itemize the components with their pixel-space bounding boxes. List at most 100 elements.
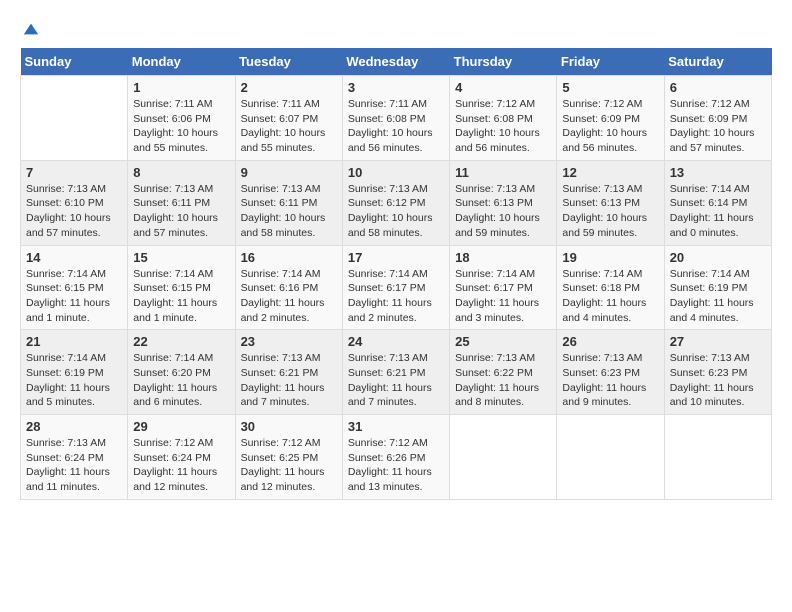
day-number: 2 [241,80,337,95]
day-info: Sunrise: 7:11 AMSunset: 6:07 PMDaylight:… [241,97,337,156]
day-number: 16 [241,250,337,265]
day-info: Sunrise: 7:13 AMSunset: 6:11 PMDaylight:… [133,182,229,241]
day-info: Sunrise: 7:13 AMSunset: 6:10 PMDaylight:… [26,182,122,241]
day-info: Sunrise: 7:13 AMSunset: 6:23 PMDaylight:… [670,351,766,410]
day-info: Sunrise: 7:14 AMSunset: 6:18 PMDaylight:… [562,267,658,326]
day-number: 3 [348,80,444,95]
day-number: 15 [133,250,229,265]
day-number: 28 [26,419,122,434]
calendar-cell: 8 Sunrise: 7:13 AMSunset: 6:11 PMDayligh… [128,160,235,245]
calendar-cell: 20 Sunrise: 7:14 AMSunset: 6:19 PMDaylig… [664,245,771,330]
day-number: 24 [348,334,444,349]
day-info: Sunrise: 7:14 AMSunset: 6:15 PMDaylight:… [26,267,122,326]
day-info: Sunrise: 7:13 AMSunset: 6:23 PMDaylight:… [562,351,658,410]
day-info: Sunrise: 7:14 AMSunset: 6:17 PMDaylight:… [455,267,551,326]
calendar-week-row: 14 Sunrise: 7:14 AMSunset: 6:15 PMDaylig… [21,245,772,330]
day-number: 31 [348,419,444,434]
calendar-cell: 14 Sunrise: 7:14 AMSunset: 6:15 PMDaylig… [21,245,128,330]
calendar-cell: 17 Sunrise: 7:14 AMSunset: 6:17 PMDaylig… [342,245,449,330]
day-number: 14 [26,250,122,265]
day-number: 13 [670,165,766,180]
day-info: Sunrise: 7:14 AMSunset: 6:15 PMDaylight:… [133,267,229,326]
day-number: 9 [241,165,337,180]
calendar-header-friday: Friday [557,48,664,76]
day-number: 5 [562,80,658,95]
calendar-header-tuesday: Tuesday [235,48,342,76]
calendar-cell: 3 Sunrise: 7:11 AMSunset: 6:08 PMDayligh… [342,76,449,161]
day-info: Sunrise: 7:13 AMSunset: 6:11 PMDaylight:… [241,182,337,241]
calendar-cell: 24 Sunrise: 7:13 AMSunset: 6:21 PMDaylig… [342,330,449,415]
day-number: 17 [348,250,444,265]
calendar-header-row: SundayMondayTuesdayWednesdayThursdayFrid… [21,48,772,76]
day-info: Sunrise: 7:11 AMSunset: 6:06 PMDaylight:… [133,97,229,156]
day-number: 20 [670,250,766,265]
calendar-cell: 2 Sunrise: 7:11 AMSunset: 6:07 PMDayligh… [235,76,342,161]
day-info: Sunrise: 7:12 AMSunset: 6:09 PMDaylight:… [562,97,658,156]
day-info: Sunrise: 7:13 AMSunset: 6:13 PMDaylight:… [562,182,658,241]
calendar-cell: 5 Sunrise: 7:12 AMSunset: 6:09 PMDayligh… [557,76,664,161]
day-number: 1 [133,80,229,95]
day-info: Sunrise: 7:12 AMSunset: 6:25 PMDaylight:… [241,436,337,495]
calendar-cell: 13 Sunrise: 7:14 AMSunset: 6:14 PMDaylig… [664,160,771,245]
day-number: 23 [241,334,337,349]
calendar-header-thursday: Thursday [450,48,557,76]
day-number: 21 [26,334,122,349]
day-info: Sunrise: 7:11 AMSunset: 6:08 PMDaylight:… [348,97,444,156]
calendar-cell: 4 Sunrise: 7:12 AMSunset: 6:08 PMDayligh… [450,76,557,161]
calendar-cell [21,76,128,161]
day-number: 18 [455,250,551,265]
calendar-header-sunday: Sunday [21,48,128,76]
calendar-cell: 16 Sunrise: 7:14 AMSunset: 6:16 PMDaylig… [235,245,342,330]
day-number: 7 [26,165,122,180]
day-info: Sunrise: 7:12 AMSunset: 6:09 PMDaylight:… [670,97,766,156]
day-info: Sunrise: 7:14 AMSunset: 6:14 PMDaylight:… [670,182,766,241]
calendar-cell: 12 Sunrise: 7:13 AMSunset: 6:13 PMDaylig… [557,160,664,245]
day-info: Sunrise: 7:14 AMSunset: 6:19 PMDaylight:… [670,267,766,326]
calendar-cell: 6 Sunrise: 7:12 AMSunset: 6:09 PMDayligh… [664,76,771,161]
calendar-cell: 26 Sunrise: 7:13 AMSunset: 6:23 PMDaylig… [557,330,664,415]
day-number: 27 [670,334,766,349]
calendar-week-row: 7 Sunrise: 7:13 AMSunset: 6:10 PMDayligh… [21,160,772,245]
day-number: 8 [133,165,229,180]
calendar-cell: 15 Sunrise: 7:14 AMSunset: 6:15 PMDaylig… [128,245,235,330]
day-number: 25 [455,334,551,349]
calendar-cell: 21 Sunrise: 7:14 AMSunset: 6:19 PMDaylig… [21,330,128,415]
day-info: Sunrise: 7:14 AMSunset: 6:17 PMDaylight:… [348,267,444,326]
logo-icon [22,20,40,38]
calendar-cell: 18 Sunrise: 7:14 AMSunset: 6:17 PMDaylig… [450,245,557,330]
calendar-cell: 7 Sunrise: 7:13 AMSunset: 6:10 PMDayligh… [21,160,128,245]
day-number: 4 [455,80,551,95]
day-info: Sunrise: 7:13 AMSunset: 6:24 PMDaylight:… [26,436,122,495]
calendar-cell: 11 Sunrise: 7:13 AMSunset: 6:13 PMDaylig… [450,160,557,245]
calendar-cell: 19 Sunrise: 7:14 AMSunset: 6:18 PMDaylig… [557,245,664,330]
calendar-cell [450,415,557,500]
day-info: Sunrise: 7:12 AMSunset: 6:08 PMDaylight:… [455,97,551,156]
calendar-cell: 9 Sunrise: 7:13 AMSunset: 6:11 PMDayligh… [235,160,342,245]
day-info: Sunrise: 7:14 AMSunset: 6:19 PMDaylight:… [26,351,122,410]
day-info: Sunrise: 7:14 AMSunset: 6:20 PMDaylight:… [133,351,229,410]
day-info: Sunrise: 7:12 AMSunset: 6:26 PMDaylight:… [348,436,444,495]
day-info: Sunrise: 7:12 AMSunset: 6:24 PMDaylight:… [133,436,229,495]
calendar-header-monday: Monday [128,48,235,76]
calendar-cell: 23 Sunrise: 7:13 AMSunset: 6:21 PMDaylig… [235,330,342,415]
day-number: 6 [670,80,766,95]
logo [20,20,40,38]
day-number: 29 [133,419,229,434]
day-number: 19 [562,250,658,265]
calendar-week-row: 28 Sunrise: 7:13 AMSunset: 6:24 PMDaylig… [21,415,772,500]
calendar-week-row: 21 Sunrise: 7:14 AMSunset: 6:19 PMDaylig… [21,330,772,415]
day-number: 10 [348,165,444,180]
day-number: 30 [241,419,337,434]
calendar-cell: 1 Sunrise: 7:11 AMSunset: 6:06 PMDayligh… [128,76,235,161]
calendar-cell: 28 Sunrise: 7:13 AMSunset: 6:24 PMDaylig… [21,415,128,500]
calendar-cell: 30 Sunrise: 7:12 AMSunset: 6:25 PMDaylig… [235,415,342,500]
calendar-cell: 27 Sunrise: 7:13 AMSunset: 6:23 PMDaylig… [664,330,771,415]
day-number: 11 [455,165,551,180]
calendar-week-row: 1 Sunrise: 7:11 AMSunset: 6:06 PMDayligh… [21,76,772,161]
day-info: Sunrise: 7:13 AMSunset: 6:21 PMDaylight:… [348,351,444,410]
calendar-cell: 25 Sunrise: 7:13 AMSunset: 6:22 PMDaylig… [450,330,557,415]
day-number: 26 [562,334,658,349]
calendar-header-saturday: Saturday [664,48,771,76]
calendar-cell [664,415,771,500]
day-info: Sunrise: 7:13 AMSunset: 6:12 PMDaylight:… [348,182,444,241]
